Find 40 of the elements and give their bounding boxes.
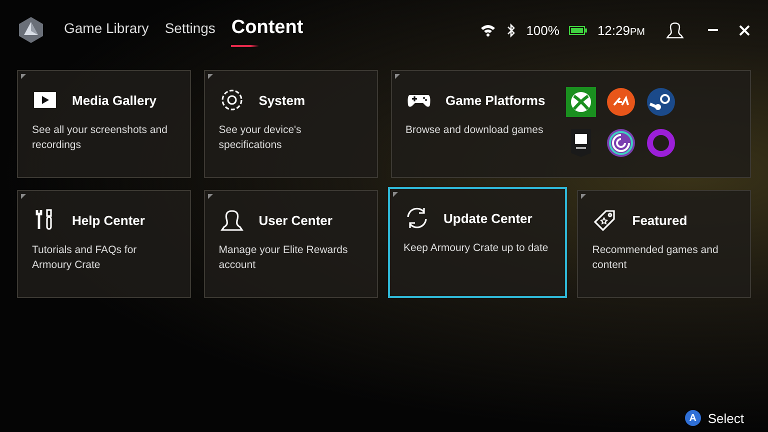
card-description: Keep Armoury Crate up to date: [404, 241, 550, 256]
card-description: See all your screenshots and recordings: [32, 123, 168, 153]
battery-icon[interactable]: [569, 24, 588, 36]
app-logo-icon[interactable]: [18, 16, 44, 44]
card-title: Game Platforms: [446, 92, 546, 108]
nav-tab[interactable]: Settings: [164, 16, 216, 44]
user-icon[interactable]: [665, 20, 685, 40]
card-description: Tutorials and FAQs for Armoury Crate: [32, 243, 138, 273]
close-icon[interactable]: [739, 24, 750, 36]
battery-percentage: 100%: [526, 22, 560, 38]
content-card[interactable]: Help Center Tutorials and FAQs for Armoury Crate: [17, 190, 191, 298]
content-card[interactable]: User Center Manage your Elite Rewards account: [204, 190, 378, 298]
steam-logo-icon[interactable]: [646, 87, 676, 117]
content-card[interactable]: Update Center Keep Armoury Crate up to date: [388, 187, 568, 298]
card-description: Manage your Elite Rewards account: [218, 243, 349, 273]
a-button-hint: A: [684, 410, 701, 426]
nav-tab[interactable]: Game Library: [64, 16, 149, 44]
card-title: Featured: [632, 212, 688, 228]
card-title: User Center: [258, 212, 332, 228]
card-title: Update Center: [444, 210, 532, 226]
select-hint: Select: [708, 410, 744, 426]
card-title: System: [258, 92, 305, 108]
content-card[interactable]: System See your device's specifications: [204, 70, 378, 178]
ea-logo-icon[interactable]: [606, 87, 636, 117]
content-card[interactable]: Featured Recommended games and content: [577, 190, 751, 298]
card-title: Help Center: [72, 212, 145, 228]
wifi-icon[interactable]: [480, 24, 496, 36]
xbox-logo-icon[interactable]: [566, 87, 596, 117]
card-description: Recommended games and content: [592, 243, 720, 273]
clock-time: 12:29PM: [597, 22, 645, 38]
content-card[interactable]: Game Platforms Browse and download games: [390, 70, 751, 178]
ring-logo-icon[interactable]: [646, 128, 676, 158]
ubisoft-logo-icon[interactable]: [606, 128, 636, 158]
card-description: See your device's specifications: [218, 123, 302, 153]
card-description: Browse and download games: [406, 123, 544, 138]
nav-tab[interactable]: Content: [231, 13, 304, 47]
content-card[interactable]: Media Gallery See all your screenshots and recordings: [17, 70, 191, 178]
card-title: Media Gallery: [72, 92, 157, 108]
bluetooth-icon[interactable]: [506, 22, 516, 38]
user-icon: [218, 207, 245, 233]
